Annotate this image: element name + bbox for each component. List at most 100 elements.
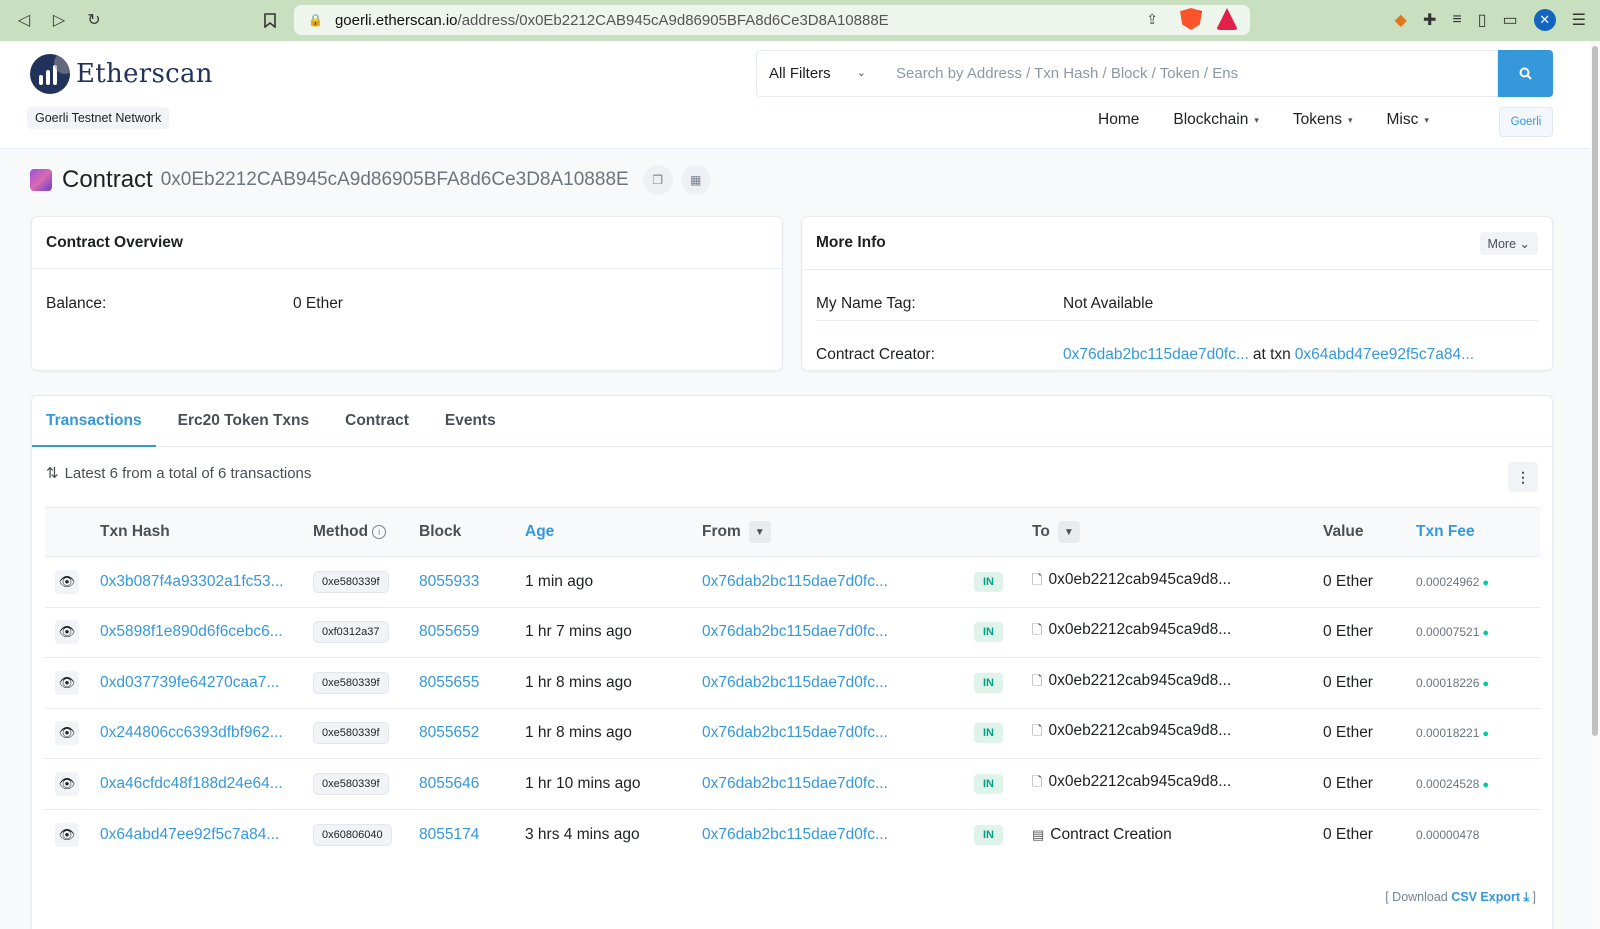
tab-erc20-token-txns[interactable]: Erc20 Token Txns [178, 396, 310, 446]
more-dropdown-button[interactable]: More ⌄ [1479, 232, 1538, 255]
reload-icon[interactable]: ↻ [80, 6, 108, 34]
creator-txn-link[interactable]: 0x64abd47ee92f5c7a84... [1295, 346, 1474, 364]
tab-contract[interactable]: Contract [345, 396, 409, 446]
eye-icon[interactable]: 👁 [55, 620, 79, 645]
extensions-icon[interactable]: ✚ [1423, 10, 1436, 30]
txn-hash-link[interactable]: 0xd037739fe64270caa7... [100, 674, 279, 691]
eye-icon[interactable]: 👁 [55, 569, 79, 594]
csv-download: [ Download CSV Export ⤓ ] [1385, 890, 1536, 904]
from-address-link[interactable]: 0x76dab2bc115dae7d0fc... [702, 826, 888, 843]
block-link[interactable]: 8055659 [419, 623, 479, 640]
to-address[interactable]: 0x0eb2212cab945ca9d8... [1048, 621, 1231, 638]
filter-icon[interactable]: ▼ [748, 521, 771, 543]
playlist-icon[interactable]: ≡ [1452, 11, 1461, 29]
back-icon[interactable]: ◁ [10, 6, 38, 34]
txn-hash-link[interactable]: 0x5898f1e890d6f6cebc6... [100, 623, 283, 640]
method-badge: 0xe580339f [313, 671, 389, 694]
from-address-link[interactable]: 0x76dab2bc115dae7d0fc... [702, 674, 888, 691]
txn-hash-link[interactable]: 0xa46cfdc48f188d24e64... [100, 775, 283, 792]
creator-address-link[interactable]: 0x76dab2bc115dae7d0fc... [1063, 346, 1249, 364]
txn-hash-link[interactable]: 0x244806cc6393dfbf962... [100, 724, 283, 741]
site-header: Etherscan Goerli Testnet Network All Fil… [0, 41, 1590, 149]
more-options-icon[interactable]: ⋮ [1508, 462, 1538, 492]
balance-value: 0 Ether [293, 295, 343, 312]
brave-shield-icon[interactable]: 1 [1180, 8, 1202, 30]
forward-icon[interactable]: ▷ [45, 6, 73, 34]
to-address[interactable]: 0x0eb2212cab945ca9d8... [1048, 672, 1231, 689]
method-badge: 0xe580339f [313, 722, 389, 745]
col-block: Block [419, 507, 525, 557]
from-address-link[interactable]: 0x76dab2bc115dae7d0fc... [702, 623, 888, 640]
eye-icon[interactable]: 👁 [55, 822, 79, 847]
from-address-link[interactable]: 0x76dab2bc115dae7d0fc... [702, 724, 888, 741]
method-badge: 0xe580339f [313, 570, 389, 593]
search-button[interactable] [1498, 50, 1553, 97]
info-icon[interactable]: i [372, 524, 387, 539]
nav-home[interactable]: Home [1098, 111, 1139, 129]
url-path: /address/0x0Eb2212CAB945cA9d86905BFA8d6C… [457, 11, 889, 29]
txn-hash-link[interactable]: 0x64abd47ee92f5c7a84... [100, 826, 279, 843]
age-text: 1 hr 10 mins ago [525, 774, 641, 792]
nav-misc[interactable]: Misc ▾ [1387, 111, 1429, 129]
eye-icon[interactable]: 👁 [55, 721, 79, 746]
col-age[interactable]: Age [525, 507, 702, 557]
bookmark-icon[interactable] [256, 6, 284, 34]
main-nav: Home Blockchain ▾ Tokens ▾ Misc ▾ [1098, 111, 1463, 129]
filter-icon[interactable]: ▼ [1057, 521, 1080, 543]
browser-toolbar: ◁ ▷ ↻ 🔒 goerli.etherscan.io/address/0x0E… [0, 0, 1600, 41]
direction-badge: IN [974, 723, 1003, 744]
table-row: 👁 0x3b087f4a93302a1fc53... 0xe580339f 80559… [45, 556, 1540, 608]
download-icon: ⤓ [1523, 890, 1530, 904]
col-txn-fee[interactable]: Txn Fee [1416, 507, 1540, 557]
to-address[interactable]: 0x0eb2212cab945ca9d8... [1048, 722, 1231, 739]
brave-rewards-icon[interactable] [1216, 8, 1238, 30]
page-scrollbar[interactable] [1590, 41, 1600, 929]
nav-tokens[interactable]: Tokens ▾ [1293, 111, 1353, 129]
network-badge: Goerli Testnet Network [27, 107, 170, 129]
balance-label: Balance: [46, 295, 107, 312]
profile-icon[interactable]: ✕ [1533, 9, 1556, 31]
direction-badge: IN [974, 571, 1003, 592]
network-switch-button[interactable]: Goerli [1499, 107, 1553, 137]
sidebar-icon[interactable]: ▯ [1478, 10, 1487, 30]
search-filter-select[interactable]: All Filters ⌄ [756, 50, 883, 97]
nav-blockchain[interactable]: Blockchain ▾ [1173, 111, 1259, 129]
contract-address: 0x0Eb2212CAB945cA9d86905BFA8d6Ce3D8A1088… [160, 169, 629, 190]
to-address[interactable]: 0x0eb2212cab945ca9d8... [1048, 773, 1231, 790]
name-tag-label: My Name Tag: [816, 295, 916, 312]
copy-icon[interactable]: ❐ [642, 165, 673, 195]
value-text: 0 Ether [1323, 572, 1373, 590]
gas-leaf-icon: ● [1482, 576, 1490, 589]
block-link[interactable]: 8055646 [419, 775, 479, 792]
address-bar[interactable]: 🔒 goerli.etherscan.io/address/0x0Eb2212C… [294, 5, 1250, 35]
menu-icon[interactable]: ☰ [1572, 10, 1586, 30]
direction-badge: IN [974, 672, 1003, 693]
share-icon[interactable]: ⇪ [1146, 11, 1158, 28]
search-input[interactable] [882, 50, 1498, 97]
csv-export-link[interactable]: CSV Export ⤓ [1451, 890, 1529, 904]
direction-badge: IN [974, 622, 1003, 643]
wallet-icon[interactable]: ▭ [1503, 10, 1518, 30]
contract-file-icon: 🗋 [1032, 622, 1043, 638]
block-link[interactable]: 8055933 [419, 573, 479, 590]
contract-file-icon: 🗋 [1032, 571, 1043, 587]
block-link[interactable]: 8055174 [419, 826, 479, 843]
tab-bar: Transactions Erc20 Token Txns Contract E… [32, 396, 1552, 447]
eye-icon[interactable]: 👁 [55, 670, 79, 695]
gas-leaf-icon: ● [1482, 627, 1490, 640]
metamask-icon[interactable]: ◆ [1395, 10, 1407, 30]
from-address-link[interactable]: 0x76dab2bc115dae7d0fc... [702, 573, 888, 590]
from-address-link[interactable]: 0x76dab2bc115dae7d0fc... [702, 775, 888, 792]
txn-hash-link[interactable]: 0x3b087f4a93302a1fc53... [100, 573, 284, 590]
col-from: From ▼ [702, 507, 974, 557]
to-address[interactable]: 0x0eb2212cab945ca9d8... [1048, 571, 1231, 588]
txn-fee-text: 0.00024528 [1416, 776, 1480, 791]
eye-icon[interactable]: 👁 [55, 771, 79, 796]
etherscan-logo[interactable]: Etherscan [30, 54, 213, 94]
block-link[interactable]: 8055655 [419, 674, 479, 691]
tab-events[interactable]: Events [445, 396, 496, 446]
qr-code-icon[interactable]: ▦ [680, 165, 711, 195]
block-link[interactable]: 8055652 [419, 724, 479, 741]
tab-transactions[interactable]: Transactions [32, 396, 156, 447]
search-icon [1519, 67, 1532, 80]
